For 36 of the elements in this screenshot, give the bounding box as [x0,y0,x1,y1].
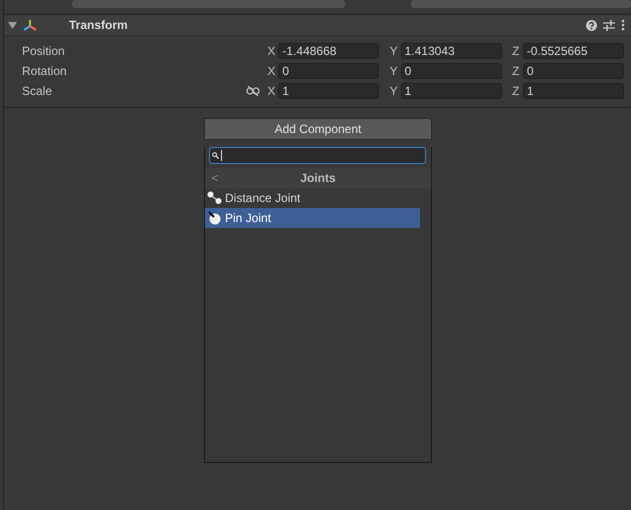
foldout-icon[interactable] [8,21,17,29]
joint-icon [207,211,223,225]
axis-label: X [266,44,276,58]
axis-label: Y [388,44,399,58]
component-item[interactable]: Pin Joint [205,208,420,228]
number-field[interactable]: 0 [522,63,624,79]
axis-label: Z [511,64,520,78]
axis-label: Y [388,84,399,98]
axis-label: X [266,64,276,78]
add-component-button[interactable]: Add Component [204,118,432,140]
number-field[interactable]: 0 [400,63,502,79]
number-field[interactable]: 0 [278,63,380,79]
number-field[interactable]: 1 [522,83,624,99]
axis-label: Z [511,44,520,58]
category-title: Joints [299,171,337,185]
property-label: Position [22,44,66,58]
axis-label: Y [388,64,399,78]
number-field[interactable]: 1 [400,83,502,99]
axis-label: X [266,84,276,98]
more-options-icon[interactable] [621,19,625,31]
property-label: Rotation [22,64,68,78]
number-field[interactable]: 1 [278,83,380,99]
search-icon [212,152,219,159]
component-title: Transform [69,18,129,32]
constrain-proportions-icon[interactable] [246,86,260,96]
number-field[interactable]: -0.5525665 [522,43,624,59]
joint-icon [207,191,223,205]
component-item[interactable]: Distance Joint [205,188,420,208]
help-icon[interactable] [586,20,597,30]
number-field[interactable]: 1.413043 [400,43,502,59]
search-field[interactable] [209,147,426,164]
number-field[interactable]: -1.448668 [278,43,380,59]
axis-label: Z [511,84,520,98]
presets-icon[interactable] [603,20,615,30]
property-label: Scale [22,84,54,98]
transform-axes-icon [23,18,37,32]
